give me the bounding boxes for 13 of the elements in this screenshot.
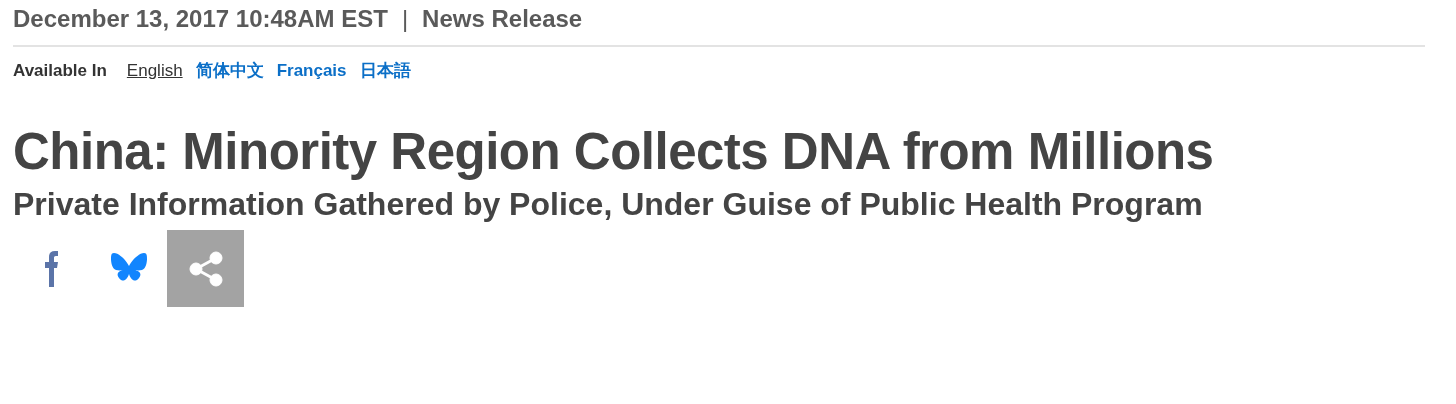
language-link[interactable]: 日本語 [359, 59, 411, 82]
facebook-icon [45, 250, 58, 287]
share-icon [188, 250, 223, 287]
separator: | [401, 5, 409, 33]
article-title: China: Minority Region Collects DNA from Millions [13, 122, 1215, 182]
article-subtitle: Private Information Gathered by Police, Under Guise of Public Health Program [13, 185, 1204, 224]
language-link[interactable]: English [126, 60, 183, 81]
share-button[interactable] [167, 230, 244, 307]
category-label: News Release [422, 5, 583, 33]
dateline: December 13, 2017 10:48AM EST [13, 5, 388, 33]
language-link[interactable]: Français [276, 60, 347, 81]
language-link[interactable]: 简体中文 [195, 59, 264, 82]
languages-label: Available In [13, 60, 107, 81]
